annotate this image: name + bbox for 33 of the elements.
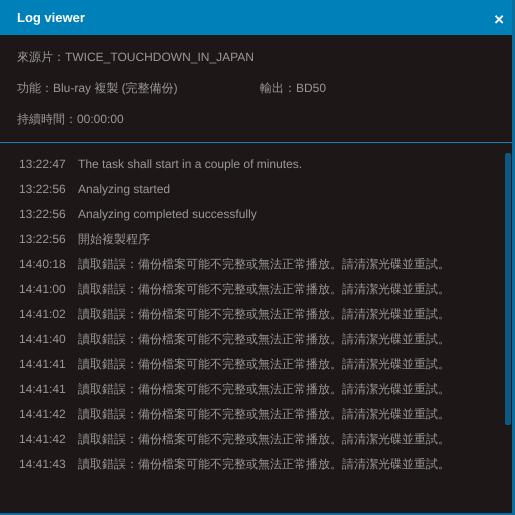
- source-label: 來源片：TWICE_TOUCHDOWN_IN_JAPAN: [17, 49, 255, 66]
- log-message: 讀取錯誤：備份檔案可能不完整或無法正常播放。請清潔光碟並重試。: [78, 381, 450, 398]
- function-label: 功能：Blu-ray 複製 (完整備份): [17, 80, 179, 97]
- log-time: 13:22:56: [19, 231, 67, 248]
- log-time: 14:41:42: [19, 431, 67, 448]
- log-time: 14:41:41: [19, 381, 67, 398]
- log-time: 13:22:56: [19, 181, 67, 198]
- log-message: Analyzing completed successfully: [78, 206, 257, 223]
- log-message: 讀取錯誤：備份檔案可能不完整或無法正常播放。請清潔光碟並重試。: [78, 306, 450, 323]
- log-message: Analyzing started: [78, 181, 170, 198]
- log-message: 讀取錯誤：備份檔案可能不完整或無法正常播放。請清潔光碟並重試。: [78, 431, 450, 448]
- log-message: 讀取錯誤：備份檔案可能不完整或無法正常播放。請清潔光碟並重試。: [78, 331, 450, 348]
- log-message: 讀取錯誤：備份檔案可能不完整或無法正常播放。請清潔光碟並重試。: [78, 256, 450, 273]
- log-message: 讀取錯誤：備份檔案可能不完整或無法正常播放。請清潔光碟並重試。: [78, 281, 450, 298]
- log-time: 14:40:18: [19, 256, 67, 273]
- log-time: 14:41:43: [19, 456, 67, 473]
- log-message: 讀取錯誤：備份檔案可能不完整或無法正常播放。請清潔光碟並重試。: [78, 406, 450, 423]
- window-title: Log viewer: [17, 8, 85, 27]
- log-time: 14:41:41: [19, 356, 67, 373]
- log-time: 14:41:42: [19, 406, 67, 423]
- output-label: 輸出：BD50: [260, 80, 326, 97]
- log-message: 開始複製程序: [78, 231, 150, 248]
- log-time: 14:41:02: [19, 306, 67, 323]
- close-button[interactable]: ×: [494, 11, 504, 28]
- log-message: 讀取錯誤：備份檔案可能不完整或無法正常播放。請清潔光碟並重試。: [78, 456, 450, 473]
- log-message: The task shall start in a couple of minutes.: [78, 156, 302, 173]
- log-time: 13:22:47: [19, 156, 67, 173]
- log-time: 14:41:00: [19, 281, 67, 298]
- log-time: 14:41:40: [19, 331, 67, 348]
- duration-label: 持續時間：00:00:00: [17, 111, 125, 128]
- log-message: 讀取錯誤：備份檔案可能不完整或無法正常播放。請清潔光碟並重試。: [78, 356, 450, 373]
- log-time: 13:22:56: [19, 206, 67, 223]
- scrollbar-thumb[interactable]: [505, 153, 511, 425]
